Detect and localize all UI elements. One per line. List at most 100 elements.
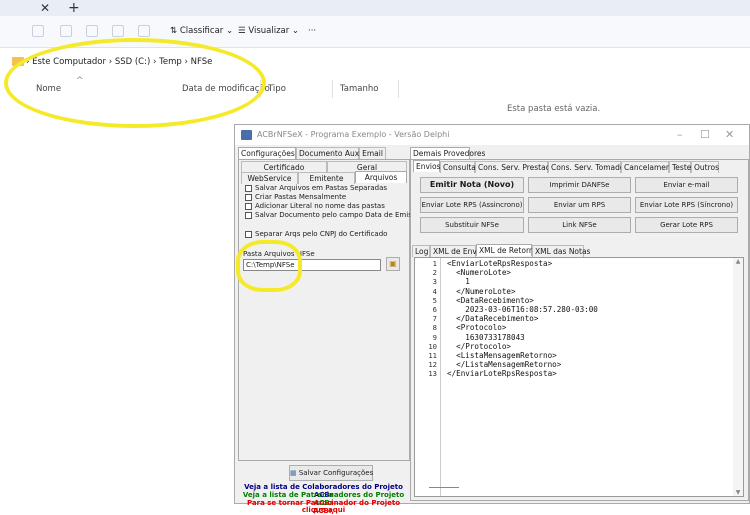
tab-consultas[interactable]: Consultas (440, 161, 480, 173)
substituir-nfse-button[interactable]: Substituir NFSe (420, 217, 524, 233)
tab-documento-auxiliar[interactable]: Documento Auxiliar (296, 147, 373, 159)
imprimir-danfse-button[interactable]: Imprimir DANFSe (528, 177, 631, 193)
sort-label: Classificar (179, 26, 224, 36)
tab-xml-envio[interactable]: XML de Envio (430, 245, 484, 257)
acbr-window: ACBrNFSeX - Programa Exemplo - Versão De… (234, 124, 750, 515)
code-line: 1630733178043 (447, 332, 525, 342)
tab-cancelamento[interactable]: Cancelamento (621, 161, 678, 173)
line-number: 13 (428, 369, 437, 379)
checkbox-data-emissao[interactable]: Salvar Documento pelo campo Data de Emis… (245, 211, 424, 219)
tab-log[interactable]: Log (412, 245, 430, 257)
tab-outros[interactable]: Outros (691, 161, 719, 173)
code-line: 2023-03-06T16:08:57.280-03:00 (447, 304, 598, 314)
enviar-lote-assincrono-button[interactable]: Enviar Lote RPS (Assincrono) (420, 197, 524, 213)
link-nfse-button[interactable]: Link NFSe (528, 217, 631, 233)
more-options-button[interactable]: ··· (308, 26, 316, 36)
tab-emitente[interactable]: Emitente (298, 172, 355, 184)
checkbox-label: Salvar Arquivos em Pastas Separadas (255, 184, 388, 192)
save-config-button[interactable]: ▦ Salvar Configurações (289, 465, 373, 481)
tab-cons-serv-tomados[interactable]: Cons. Serv. Tomados (548, 161, 628, 173)
line-number: 11 (428, 350, 437, 360)
app-icon (241, 130, 252, 140)
minimize-icon[interactable]: – (677, 128, 683, 141)
scroll-down-icon[interactable]: ▼ (733, 489, 743, 496)
line-number: 2 (432, 268, 437, 278)
tab-arquivos[interactable]: Arquivos (355, 171, 407, 183)
tab-envios[interactable]: Envios (413, 160, 441, 172)
browse-folder-button[interactable]: ▣ (386, 257, 400, 271)
actions-panel: Demais Provedores Envios Consultas Cons.… (410, 147, 749, 501)
code-line: </ListaMensagemRetorno> (447, 360, 562, 370)
checkbox-pastas-separadas[interactable]: Salvar Arquivos em Pastas Separadas (245, 184, 387, 192)
browser-tab-bar (0, 0, 750, 16)
maximize-icon[interactable]: ☐ (700, 128, 710, 141)
enviar-lote-sincrono-button[interactable]: Enviar Lote RPS (Síncrono) (635, 197, 738, 213)
link-clique-aqui[interactable]: clique aqui (237, 506, 410, 514)
code-line: <Protocolo> (447, 323, 507, 333)
tab-demais-provedores[interactable]: Demais Provedores (410, 147, 485, 159)
line-number: 7 (432, 314, 437, 324)
line-number: 9 (432, 332, 437, 342)
window-title: ACBrNFSeX - Programa Exemplo - Versão De… (257, 130, 450, 139)
line-gutter: 1 2 3 4 5 6 7 8 9 10 11 12 13 (415, 258, 441, 496)
highlight-circle (236, 240, 302, 292)
horizontal-scroll-thumb[interactable] (429, 487, 459, 488)
checkbox-box[interactable] (245, 202, 252, 210)
tab-xml-retorno[interactable]: XML de Retorno (476, 244, 538, 256)
code-line: <DataRecebimento> (447, 295, 534, 305)
checkbox-box[interactable] (245, 211, 252, 219)
folder-browse-icon: ▣ (389, 259, 397, 268)
line-number: 8 (432, 323, 437, 333)
checkbox-label: Criar Pastas Mensalmente (255, 193, 347, 201)
emitir-nota-button[interactable]: Emitir Nota (Novo) (420, 177, 524, 193)
checkbox-box[interactable] (245, 193, 252, 201)
scroll-up-icon[interactable]: ▲ (733, 258, 743, 265)
checkbox-label: Salvar Documento pelo campo Data de Emis… (255, 211, 425, 219)
line-number: 10 (428, 341, 437, 351)
tab-xml-notas[interactable]: XML das Notas (532, 245, 590, 257)
new-tab-icon[interactable]: + (68, 0, 80, 16)
enviar-email-button[interactable]: Enviar e-mail (635, 177, 738, 193)
checkbox-separar-cnpj[interactable]: Separar Arqs pelo CNPJ do Certificado (245, 230, 387, 238)
checkbox-adicionar-literal[interactable]: Adicionar Literal no nome das pastas (245, 202, 385, 210)
save-config-label: Salvar Configurações (298, 469, 374, 477)
close-icon[interactable]: ✕ (725, 128, 734, 141)
code-line: <EnviarLoteRpsResposta> (447, 259, 553, 268)
share-icon[interactable] (112, 25, 124, 37)
sort-button[interactable]: ⇅ Classificar ⌄ (170, 26, 233, 36)
copy-icon[interactable] (86, 25, 98, 37)
code-line: </EnviarLoteRpsResposta> (447, 369, 557, 379)
line-number: 5 (432, 295, 437, 305)
code-line: <ListaMensagemRetorno> (447, 350, 557, 360)
close-tab-icon[interactable]: ✕ (40, 1, 50, 15)
tab-cons-serv-prestados[interactable]: Cons. Serv. Prestados (475, 161, 559, 173)
cut-icon[interactable] (60, 25, 72, 37)
checkbox-box[interactable] (245, 230, 252, 238)
column-type[interactable]: Tipo (268, 84, 286, 94)
view-button[interactable]: ☰ Visualizar ⌄ (238, 26, 299, 36)
line-number: 6 (432, 304, 437, 314)
line-number: 12 (428, 360, 437, 370)
vertical-scrollbar[interactable]: ▲ ▼ (733, 258, 743, 496)
checkbox-label: Adicionar Literal no nome das pastas (255, 202, 385, 210)
code-line: </NumeroLote> (447, 286, 516, 296)
gerar-lote-rps-button[interactable]: Gerar Lote RPS (635, 217, 738, 233)
tab-email[interactable]: Email (359, 147, 386, 159)
new-item-icon[interactable] (32, 25, 44, 37)
enviar-um-rps-button[interactable]: Enviar um RPS (528, 197, 631, 213)
column-divider[interactable] (398, 80, 399, 98)
column-divider[interactable] (332, 80, 333, 98)
empty-folder-message: Esta pasta está vazia. (507, 104, 601, 114)
view-label: Visualizar (248, 26, 290, 36)
column-size[interactable]: Tamanho (340, 84, 378, 94)
tab-configuracoes[interactable]: Configurações (238, 147, 296, 159)
xml-editor[interactable]: 1 2 3 4 5 6 7 8 9 10 11 12 13 <EnviarLot… (414, 257, 744, 497)
highlight-ellipse (4, 38, 266, 128)
tab-teste[interactable]: Teste (669, 161, 691, 173)
tab-webservice[interactable]: WebService (241, 172, 298, 184)
line-number: 1 (432, 259, 437, 268)
config-panel: Configurações Documento Auxiliar Email C… (237, 147, 424, 515)
checkbox-box[interactable] (245, 184, 252, 192)
delete-icon[interactable] (138, 25, 150, 37)
checkbox-pastas-mensalmente[interactable]: Criar Pastas Mensalmente (245, 193, 346, 201)
